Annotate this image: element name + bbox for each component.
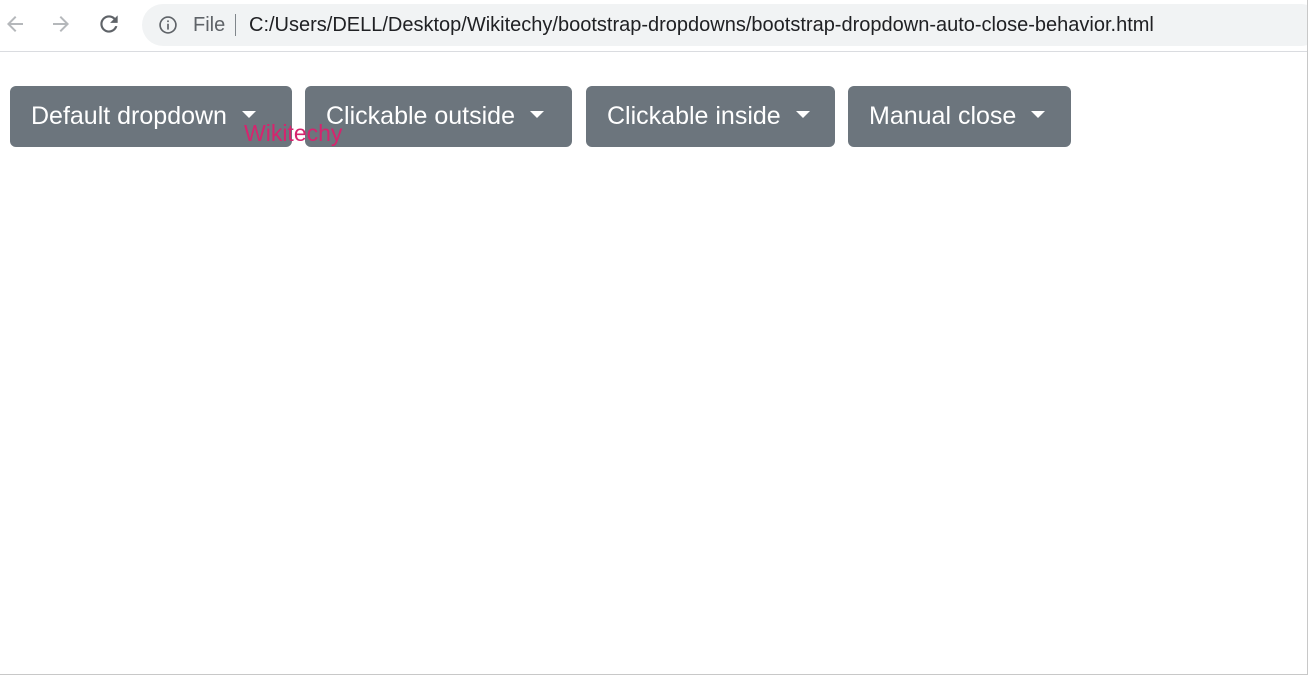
caret-down-icon bbox=[530, 111, 544, 118]
caret-down-icon bbox=[241, 111, 256, 118]
back-button[interactable] bbox=[0, 9, 30, 39]
browser-window: File C:/Users/DELL/Desktop/Wikitechy/boo… bbox=[0, 0, 1308, 675]
caret-down-icon bbox=[1031, 111, 1046, 118]
info-icon[interactable] bbox=[158, 15, 178, 35]
clickable-outside-button[interactable]: Clickable outside bbox=[305, 86, 572, 147]
reload-button[interactable] bbox=[94, 9, 124, 39]
reload-icon bbox=[100, 15, 118, 33]
caret-down-icon bbox=[795, 111, 810, 118]
default-dropdown-button[interactable]: Default dropdown bbox=[10, 86, 292, 147]
manual-close-button[interactable]: Manual close bbox=[848, 86, 1071, 147]
clickable-inside-label: Clickable inside bbox=[607, 102, 781, 130]
browser-toolbar: File C:/Users/DELL/Desktop/Wikitechy/boo… bbox=[0, 0, 1307, 52]
default-dropdown-label: Default dropdown bbox=[31, 102, 227, 130]
arrow-left-icon bbox=[7, 16, 23, 32]
clickable-outside-label: Clickable outside bbox=[326, 102, 515, 130]
address-bar[interactable]: File C:/Users/DELL/Desktop/Wikitechy/boo… bbox=[142, 4, 1307, 46]
manual-close-label: Manual close bbox=[869, 102, 1017, 130]
clickable-inside-button[interactable]: Clickable inside bbox=[586, 86, 835, 147]
scheme-label: File bbox=[193, 14, 226, 36]
address-divider bbox=[235, 14, 236, 36]
page-content: Default dropdown Clickable outside Click… bbox=[0, 52, 1307, 674]
forward-button[interactable] bbox=[46, 9, 76, 39]
url-text[interactable]: C:/Users/DELL/Desktop/Wikitechy/bootstra… bbox=[249, 14, 1154, 36]
arrow-right-icon bbox=[53, 16, 69, 32]
